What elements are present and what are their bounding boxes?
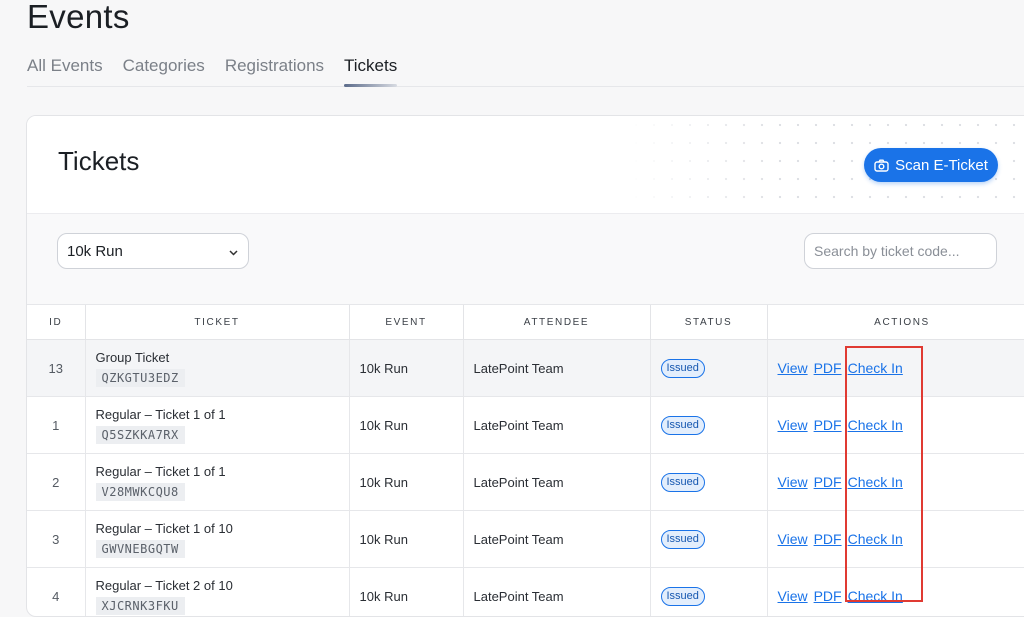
check-in-link[interactable]: Check In xyxy=(848,417,903,433)
status-cell: Issued xyxy=(650,454,767,511)
actions-cell: View PDF Check In xyxy=(767,454,1024,511)
check-in-link[interactable]: Check In xyxy=(848,360,903,376)
pdf-link[interactable]: PDF xyxy=(814,531,842,547)
attendee-name: LatePoint Team xyxy=(463,454,650,511)
ticket-name: Regular – Ticket 2 of 10 xyxy=(96,578,349,594)
ticket-id: 2 xyxy=(27,454,85,511)
pdf-link[interactable]: PDF xyxy=(814,360,842,376)
ticket-name: Regular – Ticket 1 of 1 xyxy=(96,407,349,423)
card-header: Tickets Scan E-Ticket xyxy=(27,116,1024,214)
tickets-table: ID TICKET EVENT ATTENDEE STATUS ACTIONS … xyxy=(27,305,1024,617)
ticket-cell: Regular – Ticket 1 of 1 V28MWKCQU8 xyxy=(85,454,349,511)
attendee-name: LatePoint Team xyxy=(463,340,650,397)
ticket-name: Regular – Ticket 1 of 1 xyxy=(96,464,349,480)
tab-registrations[interactable]: Registrations xyxy=(225,54,324,86)
status-badge: Issued xyxy=(661,473,705,492)
attendee-name: LatePoint Team xyxy=(463,511,650,568)
column-header-attendee[interactable]: ATTENDEE xyxy=(463,305,650,340)
ticket-code: V28MWKCQU8 xyxy=(96,483,185,501)
view-link[interactable]: View xyxy=(778,474,808,490)
column-header-id[interactable]: ID xyxy=(27,305,85,340)
actions-cell: View PDF Check In xyxy=(767,340,1024,397)
column-header-status[interactable]: STATUS xyxy=(650,305,767,340)
tickets-card: Tickets Scan E-Ticket 10k Run xyxy=(26,115,1024,617)
ticket-search-input[interactable] xyxy=(804,233,997,269)
filter-bar: 10k Run xyxy=(27,214,1024,305)
ticket-id: 13 xyxy=(27,340,85,397)
event-name: 10k Run xyxy=(349,568,463,617)
view-link[interactable]: View xyxy=(778,417,808,433)
ticket-id: 1 xyxy=(27,397,85,454)
event-select-value: 10k Run xyxy=(67,243,123,260)
pdf-link[interactable]: PDF xyxy=(814,417,842,433)
check-in-link[interactable]: Check In xyxy=(848,474,903,490)
scan-eticket-button[interactable]: Scan E-Ticket xyxy=(864,148,998,182)
table-row: 2 Regular – Ticket 1 of 1 V28MWKCQU8 10k… xyxy=(27,454,1024,511)
status-badge: Issued xyxy=(661,359,705,378)
ticket-code: XJCRNK3FKU xyxy=(96,597,185,615)
tab-bar: All Events Categories Registrations Tick… xyxy=(27,54,1024,87)
status-badge: Issued xyxy=(661,587,705,606)
view-link[interactable]: View xyxy=(778,531,808,547)
attendee-name: LatePoint Team xyxy=(463,568,650,617)
tab-tickets[interactable]: Tickets xyxy=(344,54,397,86)
actions-cell: View PDF Check In xyxy=(767,397,1024,454)
ticket-name: Group Ticket xyxy=(96,350,349,366)
ticket-name: Regular – Ticket 1 of 10 xyxy=(96,521,349,537)
table-row: 1 Regular – Ticket 1 of 1 Q5SZKKA7RX 10k… xyxy=(27,397,1024,454)
ticket-code: QZKGTU3EDZ xyxy=(96,369,185,387)
pdf-link[interactable]: PDF xyxy=(814,588,842,604)
ticket-code: GWVNEBGQTW xyxy=(96,540,185,558)
view-link[interactable]: View xyxy=(778,360,808,376)
pdf-link[interactable]: PDF xyxy=(814,474,842,490)
actions-cell: View PDF Check In xyxy=(767,568,1024,617)
column-header-event[interactable]: EVENT xyxy=(349,305,463,340)
page-title: Events xyxy=(27,0,130,36)
check-in-link[interactable]: Check In xyxy=(848,531,903,547)
status-cell: Issued xyxy=(650,511,767,568)
ticket-cell: Group Ticket QZKGTU3EDZ xyxy=(85,340,349,397)
tab-all-events[interactable]: All Events xyxy=(27,54,103,86)
ticket-id: 4 xyxy=(27,568,85,617)
event-name: 10k Run xyxy=(349,454,463,511)
event-name: 10k Run xyxy=(349,397,463,454)
check-in-link[interactable]: Check In xyxy=(848,588,903,604)
tab-categories[interactable]: Categories xyxy=(123,54,205,86)
status-cell: Issued xyxy=(650,568,767,617)
table-header-row: ID TICKET EVENT ATTENDEE STATUS ACTIONS xyxy=(27,305,1024,340)
status-cell: Issued xyxy=(650,340,767,397)
chevron-down-icon xyxy=(229,243,238,260)
table-row: 4 Regular – Ticket 2 of 10 XJCRNK3FKU 10… xyxy=(27,568,1024,617)
card-title: Tickets xyxy=(58,146,139,177)
ticket-cell: Regular – Ticket 2 of 10 XJCRNK3FKU xyxy=(85,568,349,617)
event-name: 10k Run xyxy=(349,340,463,397)
column-header-ticket[interactable]: TICKET xyxy=(85,305,349,340)
ticket-cell: Regular – Ticket 1 of 10 GWVNEBGQTW xyxy=(85,511,349,568)
actions-cell: View PDF Check In xyxy=(767,511,1024,568)
event-select[interactable]: 10k Run xyxy=(57,233,249,269)
status-cell: Issued xyxy=(650,397,767,454)
status-badge: Issued xyxy=(661,416,705,435)
status-badge: Issued xyxy=(661,530,705,549)
view-link[interactable]: View xyxy=(778,588,808,604)
ticket-code: Q5SZKKA7RX xyxy=(96,426,185,444)
ticket-cell: Regular – Ticket 1 of 1 Q5SZKKA7RX xyxy=(85,397,349,454)
table-row: 13 Group Ticket QZKGTU3EDZ 10k Run LateP… xyxy=(27,340,1024,397)
event-name: 10k Run xyxy=(349,511,463,568)
scan-eticket-label: Scan E-Ticket xyxy=(895,157,988,174)
attendee-name: LatePoint Team xyxy=(463,397,650,454)
table-row: 3 Regular – Ticket 1 of 10 GWVNEBGQTW 10… xyxy=(27,511,1024,568)
camera-icon xyxy=(874,159,889,172)
ticket-id: 3 xyxy=(27,511,85,568)
column-header-actions: ACTIONS xyxy=(767,305,1024,340)
